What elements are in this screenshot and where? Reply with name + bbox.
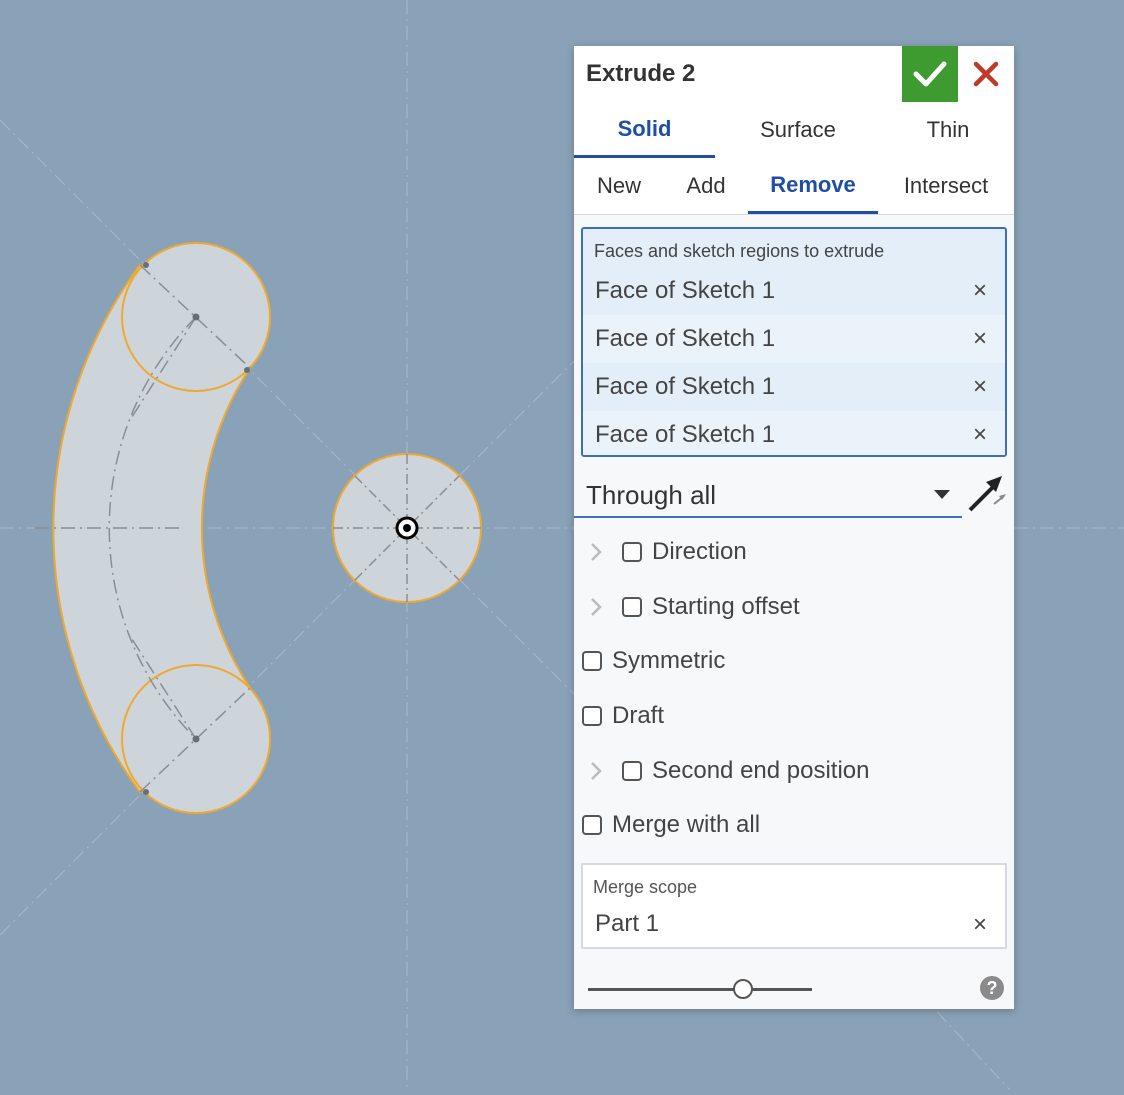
option-second-end-position: Second end position: [588, 751, 870, 791]
flip-direction-arrow-icon: [968, 476, 1006, 512]
caret-down-icon: [934, 490, 950, 499]
selection-item[interactable]: Face of Sketch 1 ×: [583, 411, 1005, 455]
arc-center-point-bottom[interactable]: [192, 735, 200, 743]
preview-slider-thumb[interactable]: [732, 979, 753, 999]
tab-remove[interactable]: Remove: [748, 158, 878, 214]
accept-button[interactable]: [902, 46, 958, 102]
chevron-right-icon[interactable]: [588, 540, 604, 564]
chevron-right-icon[interactable]: [588, 759, 604, 783]
remove-selection-icon[interactable]: ×: [973, 325, 987, 353]
symmetric-label: Symmetric: [612, 647, 726, 674]
option-merge-with-all: Merge with all: [582, 805, 760, 845]
selection-item[interactable]: Face of Sketch 1 ×: [583, 315, 1005, 363]
close-icon: [973, 61, 999, 87]
selection-item[interactable]: Face of Sketch 1 ×: [583, 363, 1005, 411]
tangent-point-top[interactable]: [244, 367, 250, 373]
arc-center-point-top[interactable]: [192, 313, 200, 321]
merge-scope-field[interactable]: Merge scope Part 1 ×: [581, 863, 1007, 949]
end-type-dropdown[interactable]: Through all: [574, 470, 962, 518]
chevron-right-icon[interactable]: [588, 595, 604, 619]
remove-merge-scope-icon[interactable]: ×: [973, 911, 987, 939]
symmetric-checkbox[interactable]: [582, 651, 602, 671]
selection-item[interactable]: Face of Sketch 1 ×: [583, 267, 1005, 315]
selection-item-label: Face of Sketch 1: [595, 373, 776, 400]
merge-with-all-label: Merge with all: [612, 811, 761, 838]
operation-tabs: New Add Remove Intersect: [574, 158, 1014, 215]
tab-intersect[interactable]: Intersect: [886, 158, 1006, 214]
checkmark-icon: [913, 61, 947, 87]
option-draft: Draft: [582, 696, 664, 736]
merge-scope-value: Part 1: [595, 910, 660, 937]
option-direction: Direction: [588, 532, 747, 572]
flip-direction-button[interactable]: [966, 474, 1010, 514]
selection-item-label: Face of Sketch 1: [595, 421, 776, 448]
body-type-tabs: Solid Surface Thin: [574, 102, 1014, 159]
merge-with-all-checkbox[interactable]: [582, 815, 602, 835]
tangent-point-outer[interactable]: [143, 262, 149, 268]
tab-thin[interactable]: Thin: [874, 102, 1022, 158]
merge-scope-label: Merge scope: [593, 877, 698, 897]
draft-checkbox[interactable]: [582, 706, 602, 726]
dialog-title: Extrude 2: [586, 60, 696, 87]
dialog-header: Extrude 2: [574, 46, 1014, 103]
remove-selection-icon[interactable]: ×: [973, 373, 987, 401]
tab-solid[interactable]: Solid: [574, 102, 715, 158]
option-symmetric: Symmetric: [582, 641, 725, 681]
tab-new[interactable]: New: [580, 158, 658, 214]
end-type-value: Through all: [586, 480, 717, 510]
starting-offset-label: Starting offset: [652, 593, 800, 620]
starting-offset-checkbox[interactable]: [622, 597, 642, 617]
selection-item-label: Face of Sketch 1: [595, 277, 776, 304]
tangent-point-bottom[interactable]: [143, 789, 149, 795]
tab-surface[interactable]: Surface: [724, 102, 872, 158]
direction-label: Direction: [652, 538, 747, 565]
second-end-label: Second end position: [652, 757, 870, 784]
tab-add[interactable]: Add: [670, 158, 742, 214]
selection-field[interactable]: Faces and sketch regions to extrude Face…: [581, 227, 1007, 457]
selection-field-label: Faces and sketch regions to extrude: [594, 241, 885, 261]
direction-checkbox[interactable]: [622, 542, 642, 562]
selection-item-label: Face of Sketch 1: [595, 325, 776, 352]
origin-dot-icon: [403, 524, 411, 532]
cancel-button[interactable]: [958, 46, 1014, 102]
remove-selection-icon[interactable]: ×: [973, 421, 987, 449]
option-starting-offset: Starting offset: [588, 587, 800, 627]
second-end-checkbox[interactable]: [622, 761, 642, 781]
extrude-feature-dialog: Extrude 2 Solid Surface Thin New Add Rem…: [574, 46, 1014, 1009]
preview-slider-track[interactable]: [588, 988, 812, 991]
remove-selection-icon[interactable]: ×: [973, 277, 987, 305]
draft-label: Draft: [612, 702, 665, 729]
help-icon[interactable]: ?: [980, 976, 1004, 1000]
